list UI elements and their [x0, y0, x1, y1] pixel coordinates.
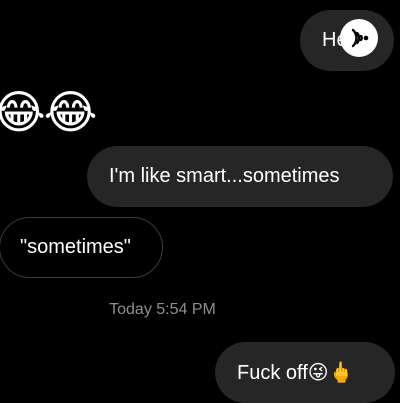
message-bubble-sent[interactable]: Fuck off😜🖕 [215, 342, 395, 403]
message-bubble-received[interactable]: "sometimes" [0, 217, 163, 278]
message-bubble-sent[interactable]: I'm like smart...sometimes [87, 146, 393, 207]
message-text: Fuck off😜🖕 [237, 362, 354, 384]
podcast-icon [340, 19, 378, 57]
podcast-icon-glyph [351, 28, 369, 48]
message-text: I'm like smart...sometimes [109, 165, 340, 187]
message-text: 😂😂 [0, 86, 97, 138]
message-timestamp: Today 5:54 PM [109, 301, 216, 318]
message-text: "sometimes" [20, 236, 131, 258]
emoji-message[interactable]: 😂😂 [0, 86, 97, 138]
